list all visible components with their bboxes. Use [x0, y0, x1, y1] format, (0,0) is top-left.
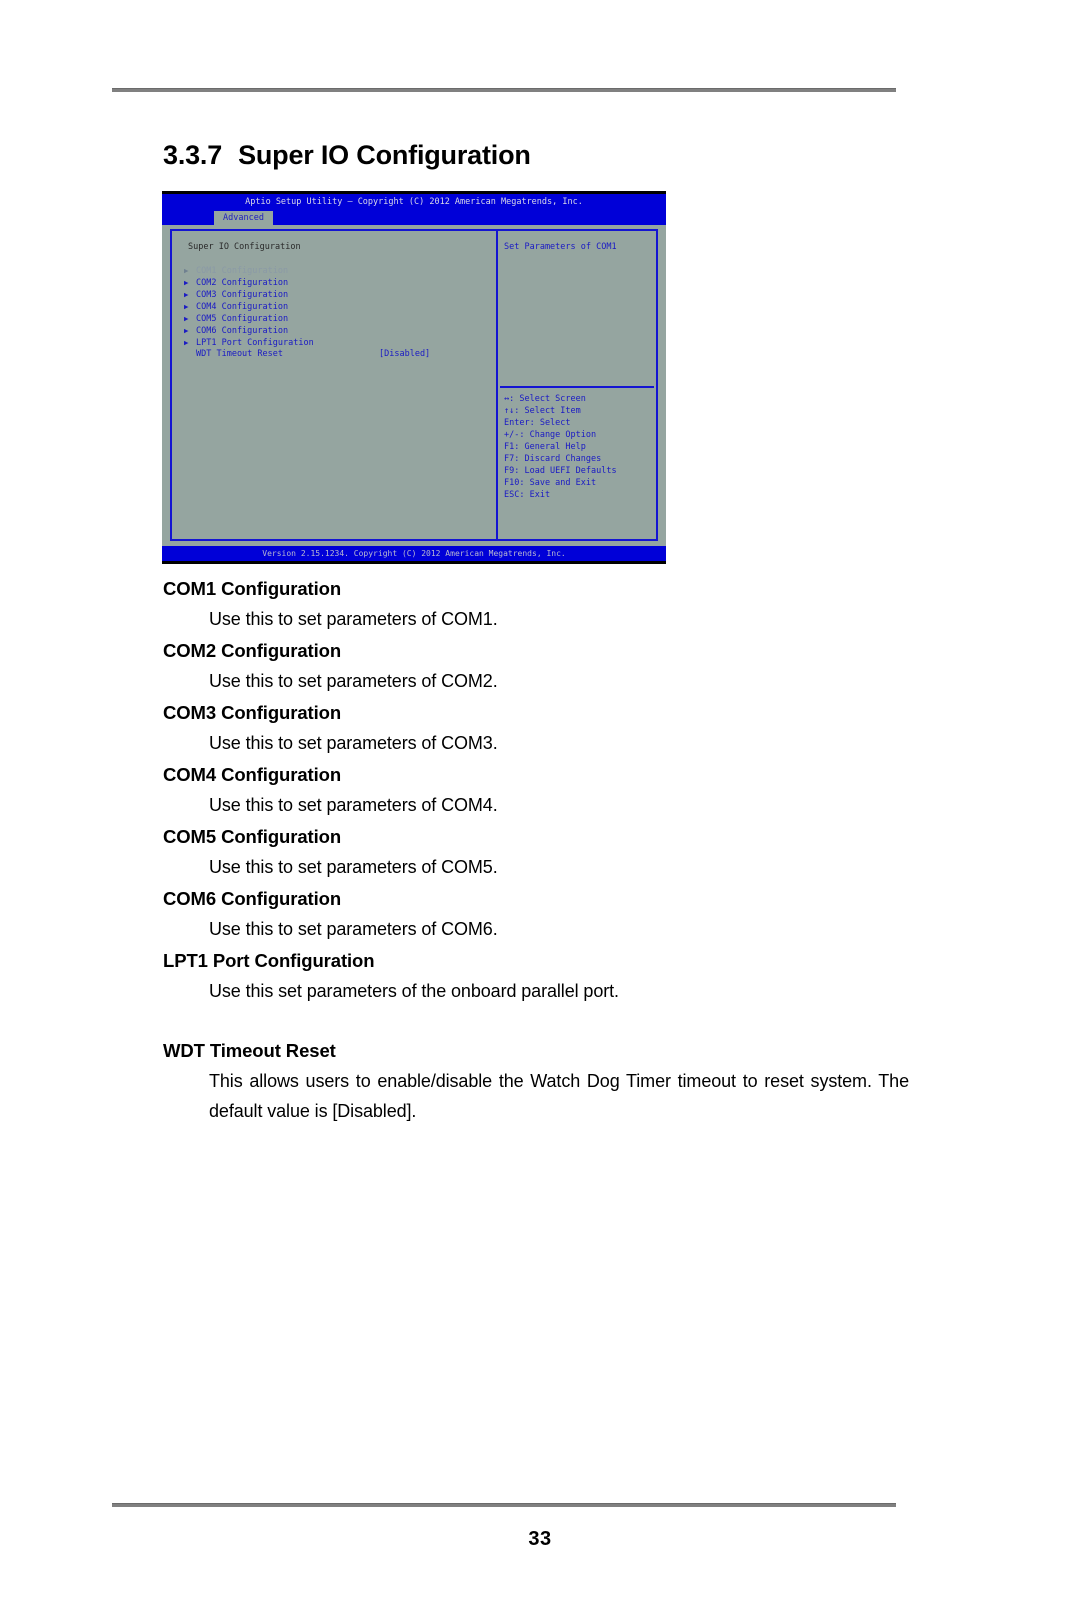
entry-description: Use this to set parameters of COM2. — [209, 671, 498, 691]
bios-menu-list: ▶ COM1 Configuration ▶ COM2 Configuration … — [180, 265, 496, 349]
menu-item-label: COM3 Configuration — [196, 290, 289, 300]
section-number: 3.3.7 — [163, 140, 223, 170]
triangle-right-icon: ▶ — [184, 290, 189, 299]
triangle-right-icon: ▶ — [184, 278, 189, 287]
bios-version-footer: Version 2.15.1234. Copyright (C) 2012 Am… — [162, 546, 666, 561]
bios-help-panel: Set Parameters of COM1 ↔: Select Screen … — [496, 229, 658, 541]
entry-term: COM6 Configuration — [163, 888, 342, 909]
menu-item-label: COM5 Configuration — [196, 314, 289, 324]
menu-item-com1[interactable]: ▶ COM1 Configuration — [180, 265, 496, 277]
entry-wdt-timeout-reset: WDT Timeout Reset This allows users to e… — [163, 1036, 909, 1126]
entry-term: COM1 Configuration — [163, 578, 342, 599]
bios-screen-title: Super IO Configuration — [188, 242, 301, 252]
menu-item-label: LPT1 Port Configuration — [196, 338, 314, 348]
key-legend-list: ↔: Select Screen ↑↓: Select Item Enter: … — [504, 393, 617, 501]
entry-com6: COM6 Configuration Use this to set param… — [163, 884, 903, 944]
bios-screenshot-figure: Aptio Setup Utility – Copyright (C) 2012… — [162, 191, 666, 564]
key-legend-general-help: F1: General Help — [504, 442, 586, 452]
setting-label: WDT Timeout Reset — [196, 349, 283, 359]
help-divider — [500, 386, 654, 388]
menu-item-label: COM2 Configuration — [196, 278, 289, 288]
entry-term: COM5 Configuration — [163, 826, 342, 847]
key-legend-exit: ESC: Exit — [504, 490, 551, 500]
entry-term: WDT Timeout Reset — [163, 1040, 336, 1061]
menu-item-com5[interactable]: ▶ COM5 Configuration — [180, 313, 496, 325]
key-legend-change-option: +/-: Change Option — [504, 430, 597, 440]
bios-body: Super IO Configuration ▶ COM1 Configurati… — [162, 225, 666, 549]
key-legend-save-and-exit: F10: Save and Exit — [504, 478, 597, 488]
menu-item-label: COM1 Configuration — [196, 266, 289, 276]
entry-com4: COM4 Configuration Use this to set param… — [163, 760, 903, 820]
bios-title-bar: Aptio Setup Utility – Copyright (C) 2012… — [162, 194, 666, 211]
triangle-right-icon: ▶ — [184, 266, 189, 275]
triangle-right-icon: ▶ — [184, 302, 189, 311]
menu-item-com3[interactable]: ▶ COM3 Configuration — [180, 289, 496, 301]
entry-description: Use this to set parameters of COM5. — [209, 857, 498, 877]
section-title: Super IO Configuration — [238, 140, 531, 170]
header-rule — [112, 88, 896, 92]
footer-rule — [112, 1503, 896, 1507]
key-legend-select-screen: ↔: Select Screen — [504, 394, 586, 404]
entry-description: Use this to set parameters of COM6. — [209, 919, 498, 939]
key-legend-discard-changes: F7: Discard Changes — [504, 454, 602, 464]
help-description: Set Parameters of COM1 — [504, 242, 617, 252]
entry-description: Use this to set parameters of COM3. — [209, 733, 498, 753]
entry-description: Use this to set parameters of COM1. — [209, 609, 498, 629]
bios-left-panel: Super IO Configuration ▶ COM1 Configurati… — [170, 229, 500, 541]
menu-item-label: COM6 Configuration — [196, 326, 289, 336]
menu-item-com4[interactable]: ▶ COM4 Configuration — [180, 301, 496, 313]
menu-item-label: COM4 Configuration — [196, 302, 289, 312]
page-number: 33 — [528, 1528, 552, 1550]
key-legend-enter-select: Enter: Select — [504, 418, 571, 428]
key-legend-select-item: ↑↓: Select Item — [504, 406, 581, 416]
entry-term: LPT1 Port Configuration — [163, 950, 375, 971]
entry-com3: COM3 Configuration Use this to set param… — [163, 698, 903, 758]
status-badge[interactable]: [Disabled] — [379, 348, 430, 360]
entry-description: Use this to set parameters of COM4. — [209, 795, 498, 815]
entry-term: COM4 Configuration — [163, 764, 342, 785]
entry-description: This allows users to enable/disable the … — [209, 1071, 909, 1121]
entry-com1: COM1 Configuration Use this to set param… — [163, 574, 903, 634]
menu-item-com6[interactable]: ▶ COM6 Configuration — [180, 325, 496, 337]
entry-com5: COM5 Configuration Use this to set param… — [163, 822, 903, 882]
entry-lpt1: LPT1 Port Configuration Use this set par… — [163, 946, 903, 1006]
document-page: 3.3.7 Super IO Configuration Aptio Setup … — [0, 0, 1080, 1619]
tab-advanced[interactable]: Advanced — [214, 211, 273, 225]
bios-tab-bar: Advanced — [162, 211, 666, 225]
entry-description: Use this set parameters of the onboard p… — [209, 981, 619, 1001]
entry-com2: COM2 Configuration Use this to set param… — [163, 636, 903, 696]
key-legend-load-defaults: F9: Load UEFI Defaults — [504, 466, 617, 476]
triangle-right-icon: ▶ — [184, 338, 189, 347]
menu-item-com2[interactable]: ▶ COM2 Configuration — [180, 277, 496, 289]
triangle-right-icon: ▶ — [184, 314, 189, 323]
entry-term: COM2 Configuration — [163, 640, 342, 661]
description-list: COM1 Configuration Use this to set param… — [163, 574, 909, 1128]
page-title: 3.3.7 Super IO Configuration — [163, 140, 531, 171]
triangle-right-icon: ▶ — [184, 326, 189, 335]
setting-wdt-timeout-reset[interactable]: WDT Timeout Reset [Disabled] — [196, 348, 496, 360]
entry-term: COM3 Configuration — [163, 702, 342, 723]
